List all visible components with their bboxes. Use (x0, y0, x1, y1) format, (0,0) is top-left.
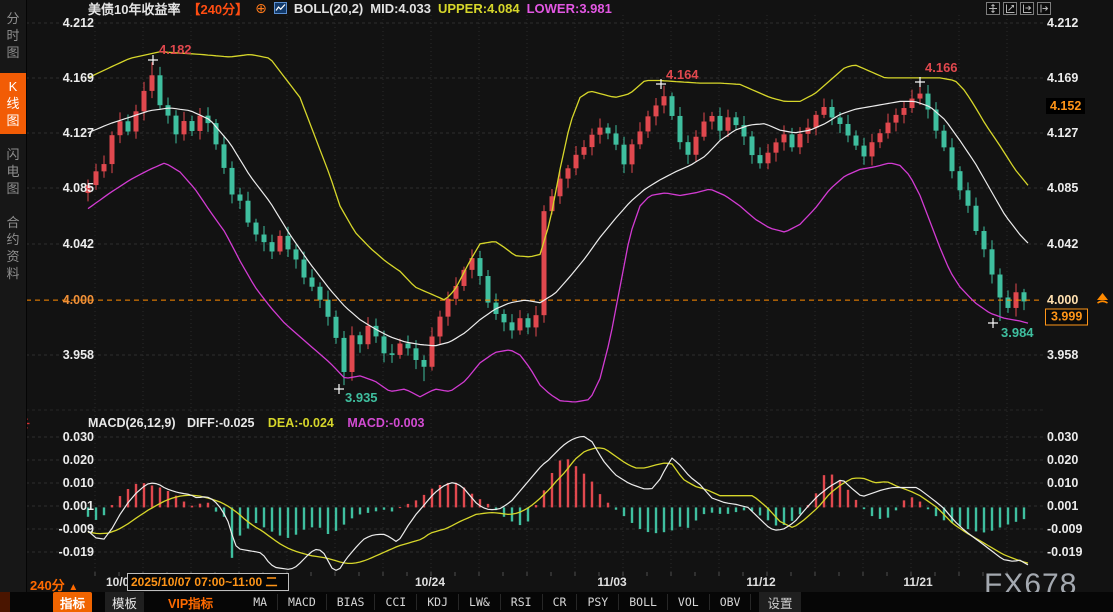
sidebar-tab-闪电图[interactable]: 闪电图 (0, 141, 26, 202)
macd-axis-label: 0.010 (40, 476, 94, 490)
boll-label: BOLL(20,2) (294, 1, 363, 16)
high-price-annotation: 4.182 (159, 42, 192, 57)
toolbar-item-CR[interactable]: CR (543, 594, 578, 610)
toolbar-item-PSY[interactable]: PSY (577, 594, 619, 610)
macd-axis-label: 0.001 (1047, 499, 1078, 513)
macd-axis-label: 0.030 (40, 430, 94, 444)
toolbar-item-MA[interactable]: MA (243, 594, 278, 610)
boll-lower-value: LOWER:3.981 (527, 1, 612, 16)
bollinger-bands (88, 52, 1028, 402)
y-axis-label: 4.042 (40, 237, 94, 251)
toolbar-item-MACD[interactable]: MACD (278, 594, 327, 610)
scroll-to-latest-icon[interactable] (1096, 292, 1109, 310)
toolbar-corner-block (0, 592, 10, 612)
y-axis-label: 4.127 (1047, 126, 1078, 140)
sidebar-tab-K线图[interactable]: K线图 (0, 73, 26, 134)
x-axis-bar: 240分 ▲ FX678 2025/10/07 07:00~11:00 二 10… (0, 572, 1113, 592)
toolbar-item-VIP指标[interactable]: VIP指标 (164, 592, 217, 612)
extreme-markers (148, 55, 998, 394)
low-price-annotation: 3.984 (1001, 325, 1034, 340)
chart-toolbox (986, 2, 1051, 15)
y-axis-label: 4.127 (40, 126, 94, 140)
macd-axis-label: 0.020 (1047, 453, 1078, 467)
pan-right-icon[interactable] (1037, 2, 1051, 15)
y-axis-label: 4.085 (1047, 181, 1078, 195)
toolbar-item-CCI[interactable]: CCI (375, 594, 417, 610)
y-axis-label: 3.958 (40, 348, 94, 362)
x-axis-date-label: 10/24 (415, 575, 445, 589)
toolbar-item-LW&[interactable]: LW& (459, 594, 501, 610)
y-axis-label: 4.169 (40, 71, 94, 85)
boll-lower-line (88, 163, 1028, 402)
x-axis-date-label: 11/12 (746, 575, 775, 589)
last-price-label: 3.999 (1045, 309, 1088, 326)
mini-chart-icon[interactable] (274, 2, 287, 14)
y-axis-label: 3.958 (1047, 348, 1078, 362)
macd-diff-value: DIFF:-0.025 (187, 416, 254, 430)
y-axis-label: 4.212 (1047, 16, 1078, 30)
y-axis-label: 4.042 (1047, 237, 1078, 251)
sidebar-tab-合约资料[interactable]: 合约资料 (0, 209, 26, 287)
boll-mid-value: MID:4.033 (370, 1, 431, 16)
chart-header: 美债10年收益率 【240分】 ⊕ BOLL(20,2) MID:4.033 U… (88, 1, 612, 15)
period-tag[interactable]: 【240分】 (187, 0, 248, 18)
macd-pane (87, 437, 1028, 571)
toolbar-item-KDJ[interactable]: KDJ (417, 594, 459, 610)
scale-x-axis-icon[interactable] (1020, 2, 1034, 15)
y-axis-label: 4.212 (40, 16, 94, 30)
macd-axis-label: 0.001 (40, 499, 94, 513)
macd-axis-label: -0.019 (1047, 545, 1082, 559)
toolbar-item-VOL[interactable]: VOL (668, 594, 710, 610)
boll-upper-line (88, 52, 1028, 300)
chart-canvas (0, 0, 1113, 612)
high-price-annotation: 4.164 (666, 67, 699, 82)
macd-axis-label: -0.019 (40, 545, 94, 559)
y-axis-label: 4.169 (1047, 71, 1078, 85)
y-axis-label: 4.000 (1047, 293, 1078, 307)
macd-title: MACD(26,12,9) (88, 416, 176, 430)
low-price-annotation: 3.935 (345, 390, 378, 405)
grid-lines (26, 15, 1043, 576)
x-axis-date-label: 11/21 (903, 575, 932, 589)
toolbar-item-设置[interactable]: 设置 (759, 592, 800, 612)
add-indicator-icon[interactable]: ⊕ (255, 2, 267, 14)
macd-dea-value: DEA:-0.024 (268, 416, 334, 430)
sidebar-tab-分时图[interactable]: 分时图 (0, 5, 26, 66)
crosshair-date-tooltip: 2025/10/07 07:00~11:00 二 (127, 573, 289, 591)
candlestick-series (86, 62, 1027, 385)
boll-upper-value: UPPER:4.084 (438, 1, 520, 16)
crosshair-price-label: 4.152 (1046, 98, 1085, 114)
instrument-title: 美债10年收益率 (88, 0, 180, 18)
toolbar-item-RSI[interactable]: RSI (501, 594, 543, 610)
macd-macd-value: MACD:-0.003 (347, 416, 424, 430)
x-axis-date-label: 11/03 (597, 575, 626, 589)
macd-axis-label: -0.009 (1047, 522, 1082, 536)
toolbar-item-指标[interactable]: 指标 (53, 592, 92, 612)
toolbar-item-BIAS[interactable]: BIAS (327, 594, 376, 610)
toolbar-item-模板[interactable]: 模板 (105, 592, 144, 612)
bottom-toolbar: 指标模板 VIP指标 MAMACDBIASCCIKDJLW&RSICRPSYBOLL… (0, 592, 1113, 612)
toolbar-item-BOLL[interactable]: BOLL (619, 594, 668, 610)
scale-y-axis-icon[interactable] (1003, 2, 1017, 15)
macd-diff-line (88, 437, 1028, 571)
trading-app-window: 分时图 K线图闪电图合约资料 美债10年收益率 【240分】 ⊕ BOLL(20,… (0, 0, 1113, 612)
pan-move-icon[interactable] (986, 2, 1000, 15)
y-axis-label: 4.085 (40, 181, 94, 195)
macd-header: MACD(26,12,9) DIFF:-0.025 DEA:-0.024 MAC… (88, 416, 424, 430)
macd-axis-label: 0.020 (40, 453, 94, 467)
left-sidebar: 分时图 K线图闪电图合约资料 (0, 0, 27, 592)
high-price-annotation: 4.166 (925, 60, 958, 75)
toolbar-item-OBV[interactable]: OBV (710, 594, 752, 610)
boll-mid-line (88, 101, 1028, 345)
macd-axis-label: 0.010 (1047, 476, 1078, 490)
y-axis-label: 4.000 (40, 293, 94, 307)
macd-axis-label: 0.030 (1047, 430, 1078, 444)
macd-axis-label: -0.009 (40, 522, 94, 536)
